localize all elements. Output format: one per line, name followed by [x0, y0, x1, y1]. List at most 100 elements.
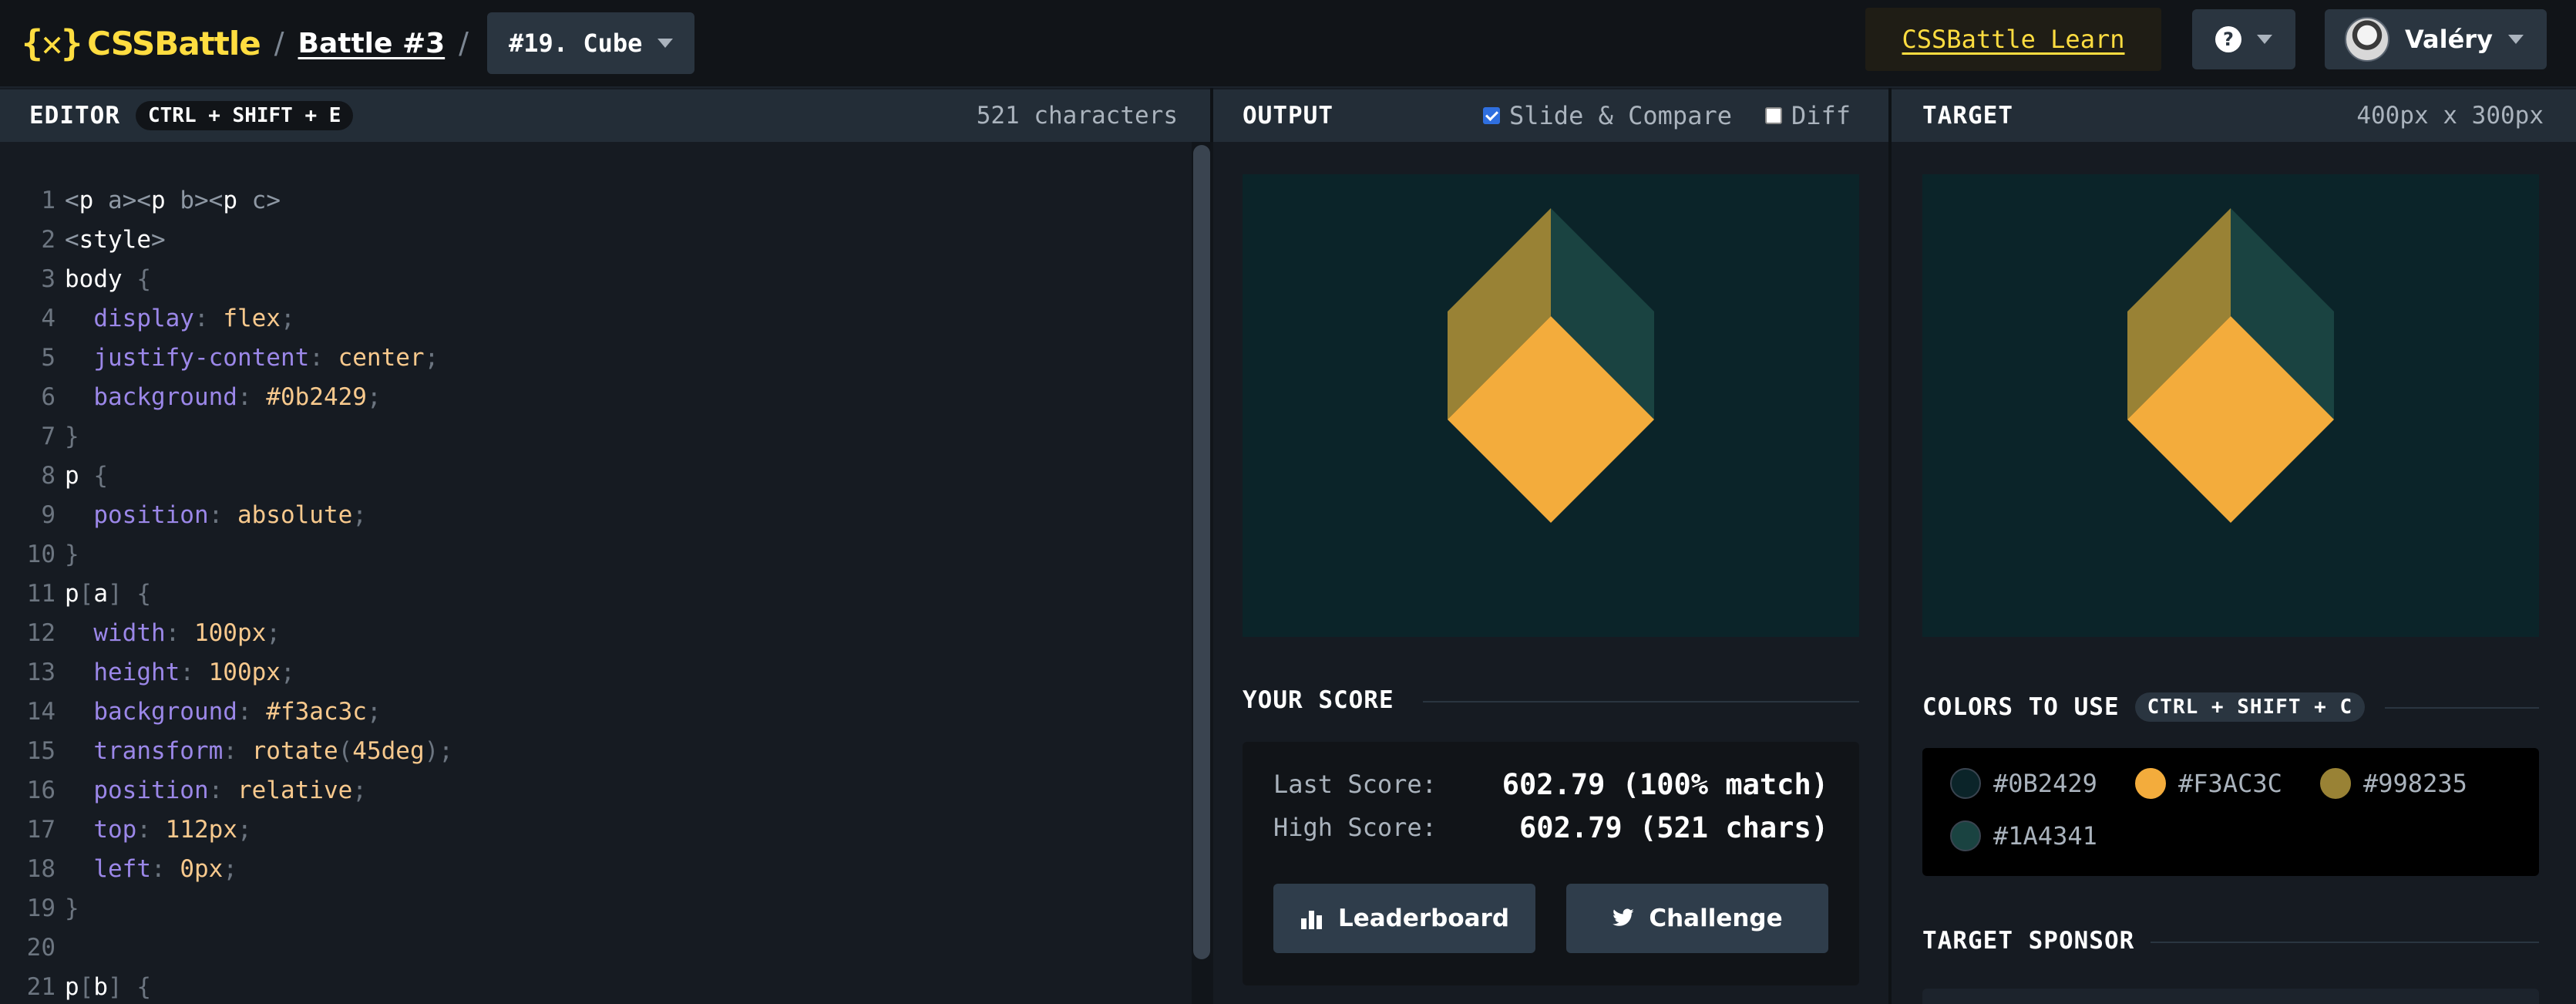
user-menu-button[interactable]: Valéry	[2325, 9, 2547, 69]
color-swatch	[2135, 768, 2166, 799]
code-text: width: 100px;	[65, 619, 281, 647]
code-token: p	[65, 579, 79, 608]
color-swatch-item[interactable]: #1A4341	[1950, 820, 2097, 851]
code-text: p[a] {	[65, 580, 151, 608]
code-line[interactable]: 17 top: 112px;	[0, 810, 252, 849]
code-line[interactable]: 13 height: 100px;	[0, 652, 295, 692]
line-number: 18	[26, 854, 55, 883]
score-card: Last Score: 602.79 (100% match) High Sco…	[1243, 742, 1859, 985]
code-token: ;	[280, 304, 295, 332]
code-line[interactable]: 14 background: #f3ac3c;	[0, 692, 382, 731]
diff-label: Diff	[1791, 101, 1851, 130]
output-bar: OUTPUT Slide & Compare Diff	[1213, 89, 1888, 142]
code-line[interactable]: 8p {	[0, 456, 108, 495]
editor-scrollbar-thumb[interactable]	[1193, 145, 1210, 959]
diff-checkbox[interactable]	[1765, 107, 1782, 124]
code-token: <	[65, 225, 79, 254]
breadcrumb-separator: /	[459, 26, 469, 60]
code-token: ;	[366, 382, 382, 411]
code-line[interactable]: 16 position: relative;	[0, 770, 367, 810]
code-token: style	[79, 225, 151, 254]
learn-link[interactable]: CSSBattle Learn	[1865, 8, 2161, 71]
code-text: justify-content: center;	[65, 344, 439, 372]
code-token: c>	[237, 186, 281, 214]
target-select-dropdown[interactable]: #19. Cube	[486, 12, 695, 74]
code-line[interactable]: 12 width: 100px;	[0, 613, 281, 652]
code-token: 45deg	[352, 736, 425, 765]
code-token: height	[65, 658, 180, 686]
code-editor[interactable]: 1 <p a><p b><p c> 2 <style> 3 body {4 display…	[0, 142, 1202, 1004]
target-title: TARGET	[1922, 102, 2013, 130]
code-text: display: flex;	[65, 304, 295, 332]
bar-chart-icon	[1300, 908, 1324, 929]
slide-compare-toggle[interactable]: Slide & Compare	[1483, 101, 1732, 130]
output-cube	[1448, 208, 1654, 523]
line-number: 15	[26, 736, 55, 765]
code-token: :	[150, 854, 180, 883]
code-line[interactable]: 10}	[0, 534, 79, 574]
code-line[interactable]: 7}	[0, 416, 79, 456]
code-token: {	[136, 264, 151, 293]
code-text: background: #f3ac3c;	[65, 697, 381, 726]
code-line[interactable]: 3 body {	[0, 259, 151, 298]
code-token: position	[65, 500, 209, 529]
sponsor-section-title: TARGET SPONSOR	[1922, 927, 2135, 955]
code-line[interactable]: 19}	[0, 888, 79, 928]
code-text: p {	[65, 462, 108, 490]
leaderboard-button[interactable]: Leaderboard	[1273, 884, 1535, 953]
slide-compare-checkbox[interactable]	[1483, 107, 1500, 124]
color-swatch-item[interactable]: #0B2429	[1950, 768, 2097, 799]
code-token: ;	[424, 343, 439, 372]
code-line[interactable]: 15 transform: rotate(45deg);	[0, 731, 453, 770]
color-swatch-item[interactable]: #998235	[2320, 768, 2467, 799]
code-line[interactable]: 1 <p a><p b><p c>	[0, 180, 281, 220]
code-token: background	[65, 697, 237, 726]
breadcrumb-battle-link[interactable]: Battle #3	[298, 28, 446, 59]
code-text: top: 112px;	[65, 815, 251, 844]
chevron-down-icon	[657, 39, 674, 48]
code-line[interactable]: 6 background: #0b2429;	[0, 377, 382, 416]
code-line[interactable]: 2 <style>	[0, 220, 165, 259]
code-token: );	[424, 736, 453, 765]
code-token: :	[208, 500, 237, 529]
code-token: [	[79, 972, 94, 1001]
code-token: #f3ac3c	[266, 697, 367, 726]
output-canvas[interactable]	[1243, 174, 1859, 637]
challenge-button[interactable]: Challenge	[1566, 884, 1828, 953]
code-token: justify-content	[65, 343, 310, 372]
code-token: absolute	[237, 500, 353, 529]
target-select-label: #19. Cube	[508, 29, 643, 58]
code-token: {	[93, 461, 108, 490]
avatar	[2345, 17, 2389, 62]
color-swatch-item[interactable]: #F3AC3C	[2135, 768, 2282, 799]
code-line[interactable]: 5 justify-content: center;	[0, 338, 439, 377]
code-token: #0b2429	[266, 382, 367, 411]
line-number: 5	[41, 343, 55, 372]
code-token: p	[151, 186, 166, 214]
code-token: b><	[165, 186, 224, 214]
code-token: rotate	[251, 736, 338, 765]
code-line[interactable]: 18 left: 0px;	[0, 849, 237, 888]
cssbattle-logo[interactable]: {✕} CSSBattle	[22, 0, 261, 87]
help-menu-button[interactable]: ?	[2192, 9, 2295, 69]
code-line[interactable]: 20	[0, 928, 65, 967]
color-swatch	[1950, 820, 1981, 851]
diff-toggle[interactable]: Diff	[1765, 101, 1851, 130]
color-hex: #F3AC3C	[2178, 769, 2282, 798]
twitter-icon	[1612, 908, 1635, 928]
code-line[interactable]: 4 display: flex;	[0, 298, 295, 338]
code-text: p[b] {	[65, 973, 151, 1001]
editor-bar: EDITOR CTRL + SHIFT + E 521 characters	[0, 89, 1210, 142]
code-token: background	[65, 382, 237, 411]
code-token: :	[237, 382, 267, 411]
code-line[interactable]: 9 position: absolute;	[0, 495, 367, 534]
line-number: 14	[26, 697, 55, 726]
code-token: (	[338, 736, 353, 765]
code-token: ;	[352, 776, 367, 804]
code-line[interactable]: 11 p[a] {	[0, 574, 151, 613]
code-token: 100px	[193, 618, 267, 647]
logo-text: CSSBattle	[87, 24, 261, 62]
code-token: 112px	[165, 815, 237, 844]
colors-title: COLORS TO USE	[1922, 693, 2120, 721]
code-line[interactable]: 21 p[b] {	[0, 967, 151, 1004]
